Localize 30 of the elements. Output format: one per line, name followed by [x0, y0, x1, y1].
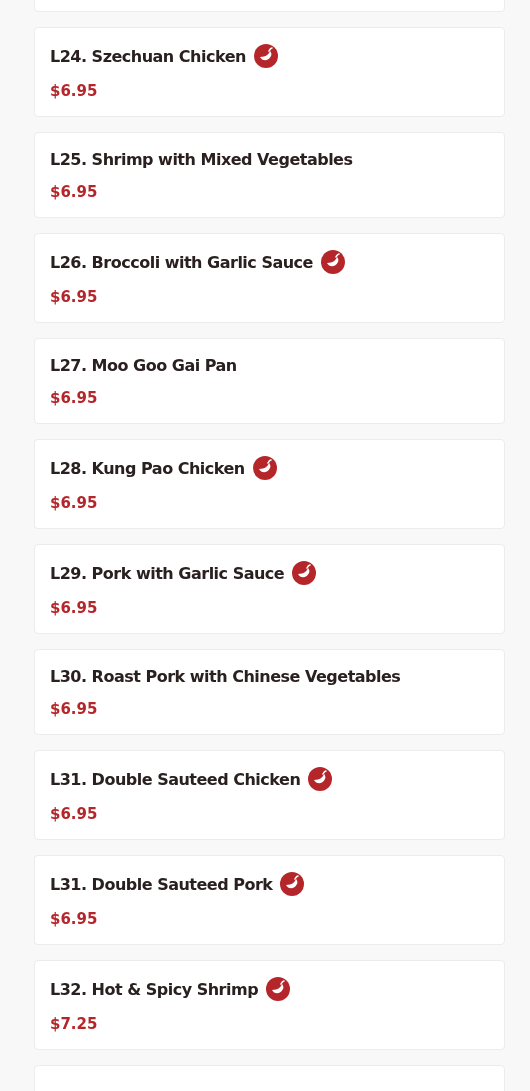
price: $6.95 — [50, 493, 98, 513]
dish-name: L27. Moo Goo Gai Pan — [50, 355, 237, 375]
price: $6.95 — [50, 699, 98, 719]
dish-name: L31. Double Sauteed Pork — [50, 874, 273, 894]
dish-name: L24. Szechuan Chicken — [50, 46, 246, 66]
menu-card[interactable]: L24. Szechuan Chicken $6.95 — [34, 27, 505, 117]
price: $7.25 — [50, 1014, 98, 1034]
price: $6.95 — [50, 182, 98, 202]
menu-card[interactable]: L30. Roast Pork with Chinese Vegetables $6.95 — [34, 649, 505, 735]
dish-name: L28. Kung Pao Chicken — [50, 458, 245, 478]
price: $6.95 — [50, 287, 98, 307]
menu-card[interactable]: L29. Pork with Garlic Sauce $6.95 — [34, 544, 505, 634]
price: $6.95 — [50, 388, 98, 408]
menu-card[interactable]: L31. Double Sauteed Pork $6.95 — [34, 855, 505, 945]
price: $6.95 — [50, 909, 98, 929]
dish-name: L26. Broccoli with Garlic Sauce — [50, 252, 313, 272]
dish-name: L30. Roast Pork with Chinese Vegetables — [50, 666, 401, 686]
menu-card[interactable]: L26. Broccoli with Garlic Sauce $6.95 — [34, 233, 505, 323]
dish-name: L29. Pork with Garlic Sauce — [50, 563, 285, 583]
menu-card[interactable]: L25. Shrimp with Mixed Vegetables $6.95 — [34, 132, 505, 218]
menu-card[interactable]: L27. Moo Goo Gai Pan $6.95 — [34, 338, 505, 424]
price: $6.95 — [50, 598, 98, 618]
price: $6.95 — [50, 804, 98, 824]
menu-card[interactable]: L28. Kung Pao Chicken $6.95 — [34, 439, 505, 529]
dish-name: L31. Double Sauteed Chicken — [50, 769, 301, 789]
menu-card[interactable]: L31. Double Sauteed Chicken $6.95 — [34, 750, 505, 840]
menu-card[interactable]: L32. Hot & Spicy Shrimp $7.25 — [34, 960, 505, 1050]
price: $6.95 — [50, 81, 98, 101]
dish-name: L25. Shrimp with Mixed Vegetables — [50, 149, 353, 169]
dish-name: L32. Hot & Spicy Shrimp — [50, 979, 259, 999]
